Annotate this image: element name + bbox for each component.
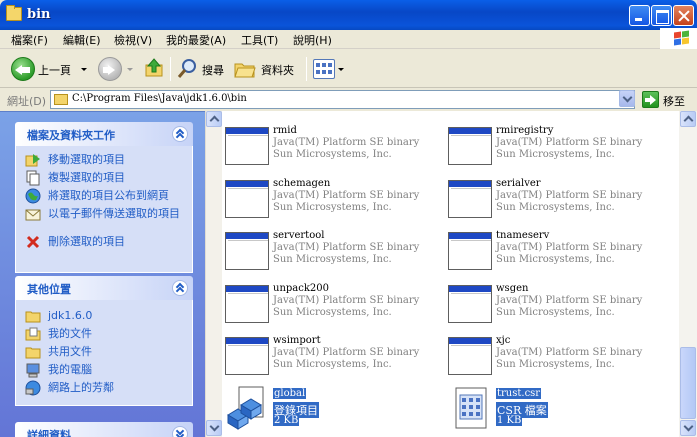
menu-favorites[interactable]: 我的最愛(A) xyxy=(166,32,226,48)
collapse-chevron-icon[interactable] xyxy=(172,126,188,142)
search-button-label[interactable]: 搜尋 xyxy=(202,62,224,78)
scroll-down-button[interactable] xyxy=(206,420,222,436)
toolbar-separator xyxy=(170,57,171,81)
address-label: 網址(D) xyxy=(7,95,47,108)
panel-title: 詳細資料 xyxy=(27,429,71,437)
file-tasks-header[interactable]: 檔案及資料夾工作 xyxy=(15,122,193,146)
panel-title: 檔案及資料夾工作 xyxy=(27,129,115,142)
details-panel: 詳細資料 xyxy=(15,422,193,437)
registry-file-icon xyxy=(227,386,264,430)
email-icon xyxy=(25,209,41,221)
application-icon xyxy=(448,127,492,165)
file-item[interactable]: rmiregistry Java(TM) Platform SE binary … xyxy=(448,122,648,172)
folder-icon xyxy=(25,311,41,323)
file-item[interactable]: unpack200 Java(TM) Platform SE binary Su… xyxy=(225,280,425,330)
toolbar-separator xyxy=(306,57,307,81)
back-dropdown-icon[interactable] xyxy=(81,68,87,71)
file-list-pane[interactable]: rmid Java(TM) Platform SE binary Sun Mic… xyxy=(205,111,697,437)
application-icon xyxy=(225,127,269,165)
scroll-thumb[interactable] xyxy=(680,347,696,419)
menu-view[interactable]: 檢視(V) xyxy=(114,32,152,48)
application-icon xyxy=(225,285,269,323)
go-arrow-icon[interactable] xyxy=(642,91,659,108)
application-icon xyxy=(225,337,269,375)
back-button-label[interactable]: 上一頁 xyxy=(38,62,71,78)
network-globe-icon xyxy=(25,380,41,396)
globe-icon xyxy=(25,188,41,204)
move-icon xyxy=(25,154,40,167)
address-dropdown-button[interactable] xyxy=(619,90,635,107)
scroll-down-button[interactable] xyxy=(680,420,696,436)
go-button-label[interactable]: 移至 xyxy=(663,93,685,109)
address-input[interactable]: C:\Program Files\Java\jdk1.6.0\bin xyxy=(50,90,635,109)
collapse-chevron-icon[interactable] xyxy=(172,280,188,296)
details-header[interactable]: 詳細資料 xyxy=(15,422,193,437)
forward-dropdown-icon[interactable] xyxy=(127,68,133,71)
content-scrollbar-left[interactable] xyxy=(205,111,222,437)
expand-chevron-icon[interactable] xyxy=(172,426,188,437)
other-places-header[interactable]: 其他位置 xyxy=(15,276,193,300)
application-icon xyxy=(448,180,492,218)
file-tasks-panel: 檔案及資料夾工作 移動選取的項目 複製選取的項目 將選取的項目公布到網頁 以電子… xyxy=(15,122,193,273)
up-folder-icon[interactable] xyxy=(144,58,164,78)
maximize-button[interactable] xyxy=(651,5,672,26)
close-button[interactable] xyxy=(673,5,694,26)
folders-icon[interactable] xyxy=(234,59,256,79)
application-icon xyxy=(225,232,269,270)
file-item[interactable]: xjc Java(TM) Platform SE binary Sun Micr… xyxy=(448,332,648,382)
copy-icon xyxy=(26,170,40,186)
title-bar[interactable]: bin xyxy=(0,0,697,30)
other-places-panel: 其他位置 jdk1.6.0 我的文件 共用文件 我的電腦 網路上的芳鄰 xyxy=(15,276,193,406)
panel-title: 其他位置 xyxy=(27,283,71,296)
toolbar: 上一頁 搜尋 資料夾 xyxy=(0,50,697,88)
csr-file-icon xyxy=(455,387,487,429)
menu-help[interactable]: 說明(H) xyxy=(293,32,332,48)
menu-file[interactable]: 檔案(F) xyxy=(11,32,48,48)
menu-bar: 檔案(F) 編輯(E) 檢視(V) 我的最愛(A) 工具(T) 說明(H) xyxy=(0,30,697,49)
address-bar: 網址(D) C:\Program Files\Java\jdk1.6.0\bin xyxy=(0,88,697,111)
search-icon[interactable] xyxy=(176,58,198,80)
file-item[interactable]: schemagen Java(TM) Platform SE binary Su… xyxy=(225,175,425,225)
application-icon xyxy=(448,337,492,375)
folder-icon xyxy=(54,94,68,105)
menu-tools[interactable]: 工具(T) xyxy=(241,32,278,48)
file-item[interactable]: serialver Java(TM) Platform SE binary Su… xyxy=(448,175,648,225)
scroll-up-button[interactable] xyxy=(206,111,222,127)
application-icon xyxy=(225,180,269,218)
selected-file-item[interactable]: trust.csr CSR 檔案 1 KB xyxy=(448,385,648,435)
folders-button-label[interactable]: 資料夾 xyxy=(261,62,294,78)
explorer-window: bin 檔案(F) 編輯(E) 檢視(V) 我的最愛(A) 工具(T) 說明(H… xyxy=(0,0,697,437)
scroll-up-button[interactable] xyxy=(680,111,696,127)
task-pane: 檔案及資料夾工作 移動選取的項目 複製選取的項目 將選取的項目公布到網頁 以電子… xyxy=(0,111,205,437)
selected-file-item[interactable]: global 登錄項目 2 KB xyxy=(225,385,425,435)
back-arrow-icon[interactable] xyxy=(11,57,35,81)
application-icon xyxy=(448,232,492,270)
forward-arrow-icon[interactable] xyxy=(98,57,122,81)
file-item[interactable]: wsimport Java(TM) Platform SE binary Sun… xyxy=(225,332,425,382)
application-icon xyxy=(448,285,492,323)
minimize-button[interactable] xyxy=(629,5,650,26)
views-icon[interactable] xyxy=(313,59,335,79)
folder-icon xyxy=(6,5,22,21)
shared-folder-icon xyxy=(25,347,41,359)
vertical-scrollbar[interactable] xyxy=(679,111,697,437)
delete-x-icon xyxy=(26,235,40,249)
windows-logo-icon xyxy=(660,28,697,49)
file-item[interactable]: tnameserv Java(TM) Platform SE binary Su… xyxy=(448,227,648,277)
file-item[interactable]: rmid Java(TM) Platform SE binary Sun Mic… xyxy=(225,122,425,172)
file-item[interactable]: servertool Java(TM) Platform SE binary S… xyxy=(225,227,425,277)
file-item[interactable]: wsgen Java(TM) Platform SE binary Sun Mi… xyxy=(448,280,648,330)
computer-icon xyxy=(26,363,40,378)
address-value[interactable]: C:\Program Files\Java\jdk1.6.0\bin xyxy=(72,93,247,104)
views-dropdown-icon[interactable] xyxy=(338,68,344,71)
window-title: bin xyxy=(27,7,51,22)
documents-folder-icon xyxy=(25,327,41,341)
menu-edit[interactable]: 編輯(E) xyxy=(63,32,101,48)
